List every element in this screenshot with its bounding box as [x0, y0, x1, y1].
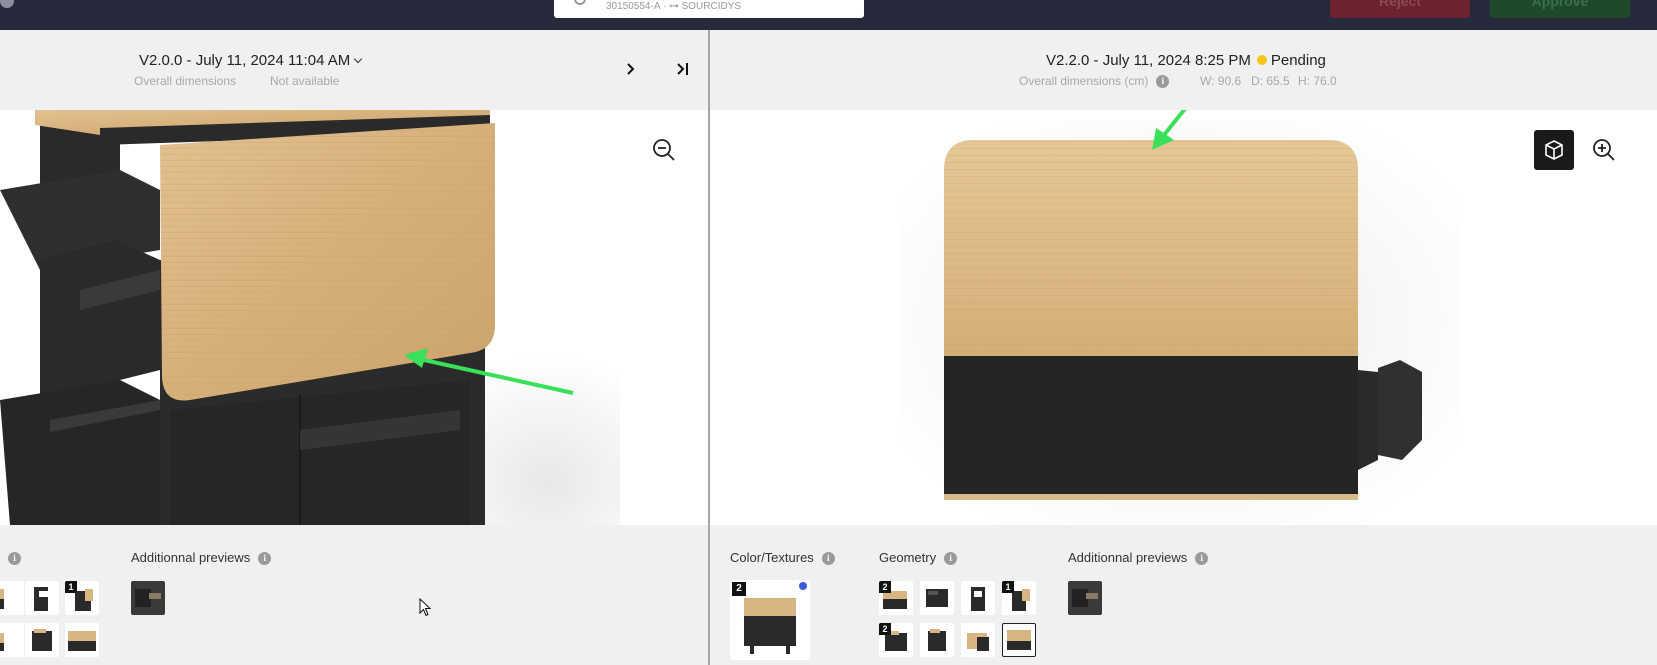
- right-3d-viewer[interactable]: [710, 110, 1657, 525]
- skip-last-icon[interactable]: [674, 60, 692, 78]
- mouse-cursor-icon: [419, 598, 432, 617]
- left-additional-previews-header: Additionnal previews i: [131, 550, 272, 566]
- color-texture-thumb[interactable]: 2: [730, 580, 810, 660]
- left-3d-viewer[interactable]: [0, 110, 708, 525]
- approve-button[interactable]: Approve: [1490, 0, 1630, 18]
- right-dims-label: Overall dimensions (cm): [1019, 74, 1149, 88]
- thumb-image: [967, 633, 989, 651]
- count-badge: 1: [65, 581, 77, 593]
- left-product-render: [0, 110, 620, 525]
- geometry-thumb-2[interactable]: [920, 581, 954, 615]
- top-bar: 30150554-A · ⊶ SOURCIDYS Reject Approve: [0, 0, 1657, 30]
- left-geometry-thumb-4[interactable]: [0, 623, 24, 657]
- right-additional-previews-label: Additionnal previews: [1068, 550, 1188, 565]
- left-geometry-thumb-1[interactable]: [0, 581, 24, 615]
- search-box[interactable]: 30150554-A · ⊶ SOURCIDYS: [554, 0, 864, 18]
- left-dims-label: Overall dimensions: [134, 74, 237, 88]
- thumb-image: [34, 587, 49, 611]
- search-text: 30150554-A · ⊶ SOURCIDYS: [606, 1, 742, 12]
- left-geometry-thumb-3[interactable]: 1: [65, 581, 99, 615]
- thumb-image: [68, 631, 96, 651]
- status-label: Pending: [1270, 52, 1326, 69]
- zoom-in-icon[interactable]: [1588, 134, 1620, 166]
- geometry-thumb-8-selected[interactable]: [1002, 623, 1036, 657]
- thumb-image: [0, 589, 4, 609]
- right-version-label: V2.2.0 - July 11, 2024 8:25 PM: [1046, 52, 1251, 69]
- search-icon: [574, 0, 586, 5]
- info-icon[interactable]: i: [821, 552, 835, 565]
- info-icon[interactable]: i: [944, 552, 958, 565]
- left-additional-preview-thumb[interactable]: [131, 581, 165, 615]
- chevron-down-icon: [354, 54, 363, 64]
- count-badge: 1: [1002, 581, 1014, 593]
- thumb-image: [1007, 630, 1031, 650]
- color-textures-label: Color/Textures: [730, 550, 814, 565]
- right-dims-header: Overall dimensions (cm) i: [1019, 74, 1170, 89]
- count-badge: 2: [732, 582, 746, 596]
- cube-icon: [1545, 140, 1563, 160]
- thumb-image: [928, 629, 946, 651]
- right-dims-h: H: 76.0: [1298, 74, 1337, 88]
- 3d-view-button[interactable]: [1534, 130, 1574, 170]
- right-version-header: V2.2.0 - July 11, 2024 8:25 PM Pending: [1046, 52, 1326, 69]
- thumb-image: [0, 633, 4, 651]
- right-dims-d: D: 65.5: [1251, 74, 1290, 88]
- thumb-image: [926, 589, 948, 607]
- info-icon[interactable]: i: [258, 552, 272, 565]
- count-badge: 2: [879, 623, 891, 635]
- geometry-thumb-6[interactable]: [920, 623, 954, 657]
- pending-status-dot: [1256, 55, 1267, 65]
- geometry-thumb-1[interactable]: 2: [879, 581, 913, 615]
- right-additional-previews-header: Additionnal previews i: [1068, 550, 1209, 566]
- left-geometry-thumb-2[interactable]: [25, 581, 59, 615]
- color-textures-header: Color/Textures i: [730, 550, 835, 566]
- geometry-header: Geometry i: [879, 550, 958, 566]
- geometry-thumb-7[interactable]: [961, 623, 995, 657]
- left-geometry-thumb-6[interactable]: [65, 623, 99, 657]
- right-dims-w: W: 90.6: [1200, 74, 1242, 88]
- thumb-image: [1068, 581, 1102, 615]
- reject-button[interactable]: Reject: [1330, 0, 1470, 18]
- geometry-thumb-5[interactable]: 2: [879, 623, 913, 657]
- left-version-select[interactable]: V2.0.0 - July 11, 2024 11:04 AM: [139, 52, 363, 69]
- thumb-image: [32, 629, 52, 651]
- geometry-label: Geometry: [879, 550, 937, 565]
- left-section-info: i: [0, 550, 21, 566]
- right-additional-preview-thumb[interactable]: [1068, 581, 1102, 615]
- thumb-image: [971, 587, 985, 611]
- info-icon[interactable]: i: [1156, 75, 1170, 88]
- right-product-render: [900, 110, 1460, 525]
- info-icon[interactable]: i: [8, 552, 21, 565]
- info-icon[interactable]: i: [1195, 552, 1209, 565]
- left-version-label: V2.0.0 - July 11, 2024 11:04 AM: [139, 52, 351, 69]
- zoom-out-icon[interactable]: [648, 134, 680, 166]
- thumb-image: [131, 581, 165, 615]
- unread-indicator: [799, 582, 807, 590]
- left-dims-value: Not available: [270, 74, 340, 88]
- geometry-thumb-3[interactable]: [961, 581, 995, 615]
- info-icon[interactable]: [0, 0, 14, 8]
- left-geometry-thumb-5[interactable]: [25, 623, 59, 657]
- count-badge: 2: [879, 581, 891, 593]
- left-additional-previews-label: Additionnal previews: [131, 550, 251, 565]
- geometry-thumb-4[interactable]: 1: [1002, 581, 1036, 615]
- chevron-right-icon[interactable]: [624, 60, 638, 78]
